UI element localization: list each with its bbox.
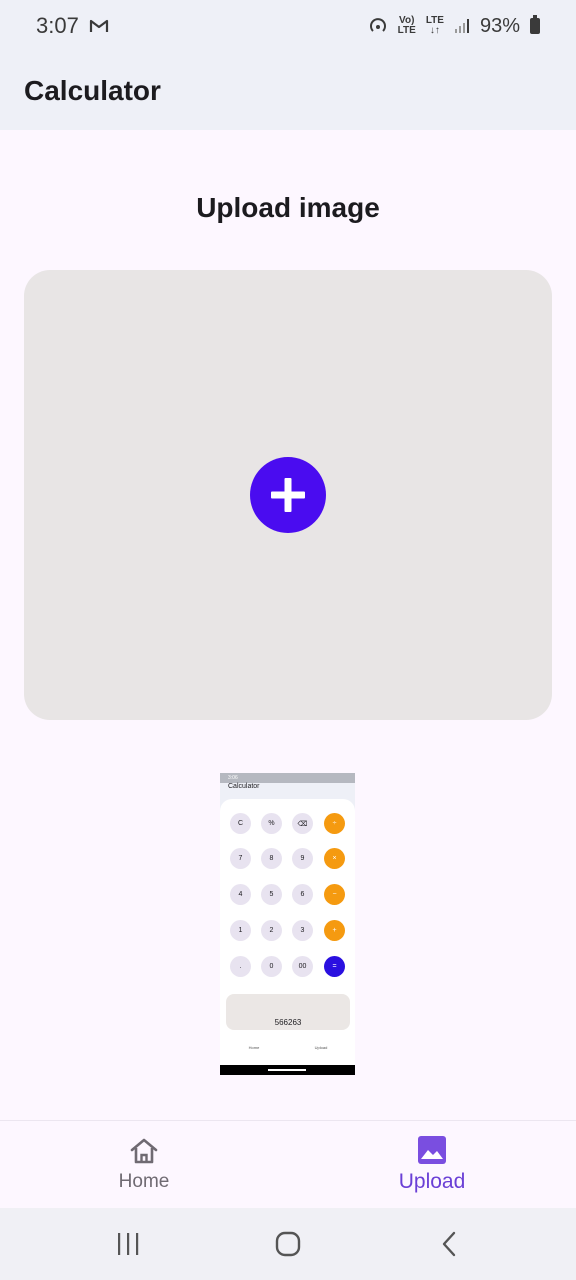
system-navigation-bar: [0, 1208, 576, 1280]
thumb-key: 1: [230, 920, 251, 941]
thumb-key-operator: −: [324, 884, 345, 905]
thumb-key: 5: [261, 884, 282, 905]
thumb-key: 6: [292, 884, 313, 905]
plus-icon: [271, 478, 305, 512]
recents-button[interactable]: [108, 1230, 148, 1258]
thumb-key-operator: ÷: [324, 813, 345, 834]
battery-percent: 93%: [479, 14, 520, 37]
thumb-key-operator: ×: [324, 848, 345, 869]
nav-label-upload: Upload: [398, 1170, 466, 1193]
thumb-key: 00: [292, 956, 313, 977]
thumb-key: .: [230, 956, 251, 977]
home-icon: [130, 1138, 158, 1164]
nav-item-home[interactable]: Home: [0, 1121, 288, 1209]
system-home-button[interactable]: [268, 1230, 308, 1258]
thumb-key-operator: +: [324, 920, 345, 941]
uploaded-image-thumbnail: 3:06 Calculator C % ⌫ ÷ 7 8 9 × 4 5 6 − …: [220, 773, 355, 1075]
image-icon: [418, 1136, 446, 1164]
thumb-nav-upload: Upload: [314, 1045, 328, 1050]
thumb-key: %: [261, 813, 282, 834]
data-arrows-icon: ↓↑: [429, 25, 440, 36]
status-right: Vo) LTE LTE ↓↑ 93%: [368, 15, 540, 38]
nav-item-upload[interactable]: Upload: [288, 1121, 576, 1209]
thumb-nav-home: Home: [248, 1045, 260, 1050]
volte-bottom: LTE: [397, 25, 416, 36]
thumb-app-title: Calculator: [220, 783, 355, 799]
thumb-key: 8: [261, 848, 282, 869]
status-time: 3:07: [36, 13, 79, 38]
lte-indicator: LTE ↓↑: [426, 16, 444, 36]
back-button[interactable]: [430, 1230, 470, 1258]
recents-icon: [118, 1233, 139, 1255]
thumb-key: 0: [261, 956, 282, 977]
thumb-key: 4: [230, 884, 251, 905]
bottom-navigation: Home Upload: [0, 1120, 576, 1208]
app-title: Calculator: [24, 75, 161, 106]
thumb-key-equals: =: [324, 956, 345, 977]
app-bar: Calculator: [0, 52, 576, 130]
hotspot-icon: [369, 18, 386, 32]
back-icon: [442, 1231, 456, 1257]
thumb-key: 7: [230, 848, 251, 869]
thumb-key: 3: [292, 920, 313, 941]
battery-icon: [530, 15, 540, 34]
thumb-key: 9: [292, 848, 313, 869]
upload-area[interactable]: [24, 270, 552, 720]
add-image-button[interactable]: [250, 457, 326, 533]
thumb-system-bar: [220, 1065, 355, 1075]
status-bar: 3:07 Vo) LTE LTE ↓↑ 93%: [0, 0, 576, 52]
signal-icon: [454, 19, 469, 33]
thumb-key: 2: [261, 920, 282, 941]
thumb-key: ⌫: [292, 813, 313, 834]
home-circle-icon: [275, 1231, 301, 1257]
page-heading: Upload image: [196, 192, 380, 223]
thumb-bottom-nav: Home Upload: [220, 1041, 355, 1065]
status-left: 3:07: [36, 13, 109, 39]
thumb-status-bar: 3:06: [220, 773, 355, 783]
gmail-icon: [89, 19, 108, 32]
nav-label-home: Home: [118, 1171, 170, 1192]
volte-indicator: Vo) LTE: [398, 16, 416, 36]
thumb-key: C: [230, 813, 251, 834]
thumb-display: 566263: [226, 994, 350, 1030]
